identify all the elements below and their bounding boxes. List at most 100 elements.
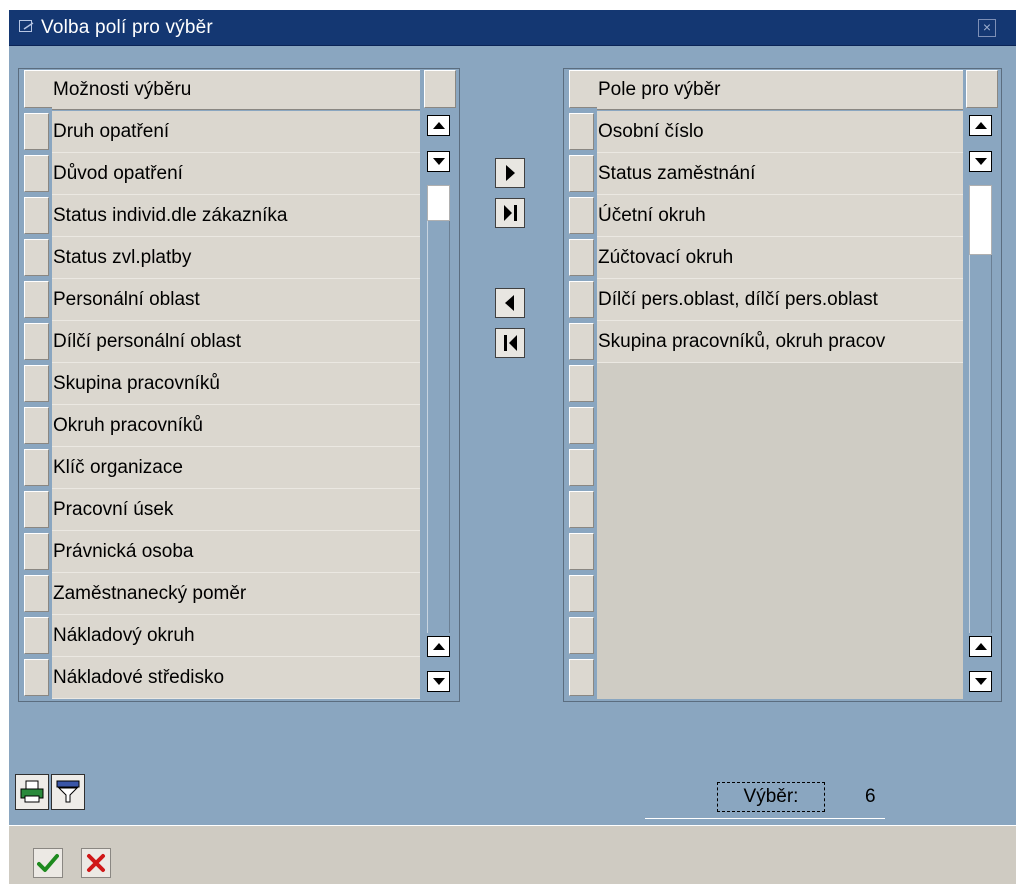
field-cell[interactable]: Dílčí pers.oblast, dílčí pers.oblast	[597, 279, 963, 321]
row-select-cell[interactable]	[24, 239, 49, 276]
table-row[interactable]: Druh opatření	[19, 111, 459, 153]
field-cell[interactable]: Osobní číslo	[597, 111, 963, 153]
row-select-cell[interactable]	[569, 113, 594, 150]
field-cell[interactable]: Účetní okruh	[597, 195, 963, 237]
row-select-cell[interactable]	[24, 575, 49, 612]
table-row[interactable]: Osobní číslo	[564, 111, 1001, 153]
row-select-cell[interactable]	[569, 155, 594, 192]
move-left-button[interactable]	[495, 288, 525, 318]
table-row[interactable]: Dílčí pers.oblast, dílčí pers.oblast	[564, 279, 1001, 321]
field-cell[interactable]: Okruh pracovníků	[52, 405, 420, 447]
page-up-button[interactable]	[427, 636, 450, 657]
table-row[interactable]: Nákladové středisko	[19, 657, 459, 699]
row-select-cell[interactable]	[24, 197, 49, 234]
field-cell[interactable]	[597, 363, 963, 405]
table-row[interactable]: Skupina pracovníků, okruh pracov	[564, 321, 1001, 363]
scroll-down-button[interactable]	[969, 151, 992, 172]
field-cell[interactable]	[597, 489, 963, 531]
table-row[interactable]: Personální oblast	[19, 279, 459, 321]
field-cell[interactable]	[597, 657, 963, 699]
field-cell[interactable]	[597, 447, 963, 489]
filter-button[interactable]	[51, 774, 85, 810]
row-select-cell[interactable]	[24, 155, 49, 192]
table-row[interactable]: Zúčtovací okruh	[564, 237, 1001, 279]
row-select-cell[interactable]	[24, 113, 49, 150]
table-row[interactable]: Klíč organizace	[19, 447, 459, 489]
field-cell[interactable]: Dílčí personální oblast	[52, 321, 420, 363]
table-row[interactable]: Status zvl.platby	[19, 237, 459, 279]
close-icon[interactable]: ×	[978, 19, 996, 37]
page-down-button[interactable]	[969, 671, 992, 692]
row-select-cell[interactable]	[569, 449, 594, 486]
scroll-up-button[interactable]	[427, 115, 450, 136]
available-scrollbar[interactable]	[424, 111, 453, 701]
field-cell[interactable]: Skupina pracovníků	[52, 363, 420, 405]
selected-scrollbar[interactable]	[966, 111, 995, 701]
table-row[interactable]	[564, 531, 1001, 573]
field-cell[interactable]: Pracovní úsek	[52, 489, 420, 531]
row-select-cell[interactable]	[569, 239, 594, 276]
row-select-cell[interactable]	[569, 323, 594, 360]
field-cell[interactable]: Klíč organizace	[52, 447, 420, 489]
field-cell[interactable]	[597, 615, 963, 657]
column-header[interactable]: Možnosti výběru	[52, 70, 420, 110]
row-select-cell[interactable]	[569, 407, 594, 444]
row-select-cell[interactable]	[569, 491, 594, 528]
row-select-cell[interactable]	[24, 323, 49, 360]
page-down-button[interactable]	[427, 671, 450, 692]
scroll-up-button[interactable]	[969, 115, 992, 136]
table-row[interactable]: Zaměstnanecký poměr	[19, 573, 459, 615]
scroll-track[interactable]	[969, 255, 992, 633]
field-cell[interactable]: Skupina pracovníků, okruh pracov	[597, 321, 963, 363]
column-config-cell[interactable]	[424, 70, 456, 108]
table-row[interactable]	[564, 615, 1001, 657]
table-row[interactable]: Právnická osoba	[19, 531, 459, 573]
table-row[interactable]: Pracovní úsek	[19, 489, 459, 531]
field-cell[interactable]: Status zvl.platby	[52, 237, 420, 279]
table-row[interactable]: Důvod opatření	[19, 153, 459, 195]
table-row[interactable]: Status individ.dle zákazníka	[19, 195, 459, 237]
move-all-right-button[interactable]	[495, 198, 525, 228]
page-up-button[interactable]	[969, 636, 992, 657]
field-cell[interactable]: Status zaměstnání	[597, 153, 963, 195]
table-row[interactable]: Nákladový okruh	[19, 615, 459, 657]
row-select-cell[interactable]	[569, 197, 594, 234]
row-select-cell[interactable]	[569, 281, 594, 318]
table-row[interactable]: Dílčí personální oblast	[19, 321, 459, 363]
move-right-button[interactable]	[495, 158, 525, 188]
row-select-cell[interactable]	[569, 617, 594, 654]
table-row[interactable]: Skupina pracovníků	[19, 363, 459, 405]
scroll-down-button[interactable]	[427, 151, 450, 172]
table-row[interactable]	[564, 657, 1001, 699]
field-cell[interactable]: Personální oblast	[52, 279, 420, 321]
row-select-cell[interactable]	[24, 659, 49, 696]
row-select-cell[interactable]	[569, 365, 594, 402]
field-cell[interactable]: Zúčtovací okruh	[597, 237, 963, 279]
scroll-track[interactable]	[427, 221, 450, 633]
row-select-cell[interactable]	[24, 617, 49, 654]
move-all-left-button[interactable]	[495, 328, 525, 358]
field-cell[interactable]: Nákladový okruh	[52, 615, 420, 657]
scroll-thumb[interactable]	[427, 185, 450, 221]
field-cell[interactable]	[597, 531, 963, 573]
column-header[interactable]: Pole pro výběr	[597, 70, 963, 110]
field-cell[interactable]: Druh opatření	[52, 111, 420, 153]
field-cell[interactable]: Právnická osoba	[52, 531, 420, 573]
row-select-cell[interactable]	[24, 491, 49, 528]
row-select-cell[interactable]	[569, 575, 594, 612]
field-cell[interactable]	[597, 573, 963, 615]
print-button[interactable]	[15, 774, 49, 810]
table-row[interactable]	[564, 405, 1001, 447]
row-select-cell[interactable]	[24, 407, 49, 444]
table-row[interactable]	[564, 573, 1001, 615]
table-row[interactable]: Okruh pracovníků	[19, 405, 459, 447]
row-select-cell[interactable]	[24, 533, 49, 570]
field-cell[interactable]: Status individ.dle zákazníka	[52, 195, 420, 237]
column-config-cell[interactable]	[966, 70, 998, 108]
scroll-thumb[interactable]	[969, 185, 992, 255]
field-cell[interactable]: Zaměstnanecký poměr	[52, 573, 420, 615]
row-select-cell[interactable]	[24, 281, 49, 318]
row-select-cell[interactable]	[569, 533, 594, 570]
table-row[interactable]	[564, 489, 1001, 531]
row-select-cell[interactable]	[24, 449, 49, 486]
